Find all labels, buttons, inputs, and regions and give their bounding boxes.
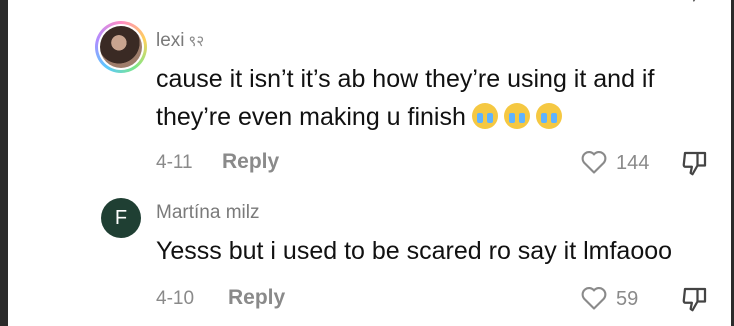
heart-icon[interactable] xyxy=(580,284,608,312)
like-count: 59 xyxy=(616,288,639,310)
crying-emoji-icon xyxy=(535,103,562,129)
avatar[interactable]: F xyxy=(101,198,141,238)
username-text[interactable]: lexi xyxy=(156,30,185,51)
comment-username[interactable]: lexi ९२ xyxy=(156,30,204,52)
username-suffix: ९२ xyxy=(188,33,205,50)
reply-button[interactable]: Reply xyxy=(222,150,279,174)
dislike-icon[interactable] xyxy=(686,0,706,2)
comment-username[interactable]: Martína milz xyxy=(156,202,259,224)
comment-text: cause it isn’t it’s ab how they’re using… xyxy=(156,60,721,136)
left-window-edge xyxy=(0,0,8,326)
thumbs-down-icon[interactable] xyxy=(680,284,710,314)
like-count: 144 xyxy=(616,152,650,174)
reply-button[interactable]: Reply xyxy=(228,286,285,310)
comment-text-line1: cause it isn’t it’s ab how they’re using… xyxy=(156,65,655,93)
comment-text-line2: they’re even making u finish xyxy=(156,103,466,131)
heart-icon[interactable] xyxy=(585,0,605,2)
comment-date: 4-11 xyxy=(156,152,193,173)
comment-date: 4-10 xyxy=(156,288,195,309)
heart-icon[interactable] xyxy=(580,148,608,176)
crying-emoji-icon xyxy=(471,103,498,129)
thumbs-down-icon[interactable] xyxy=(680,148,710,178)
avatar[interactable] xyxy=(95,21,147,73)
comment-text: Yesss but i used to be scared ro say it … xyxy=(156,237,673,265)
crying-emoji-icon xyxy=(503,103,530,129)
